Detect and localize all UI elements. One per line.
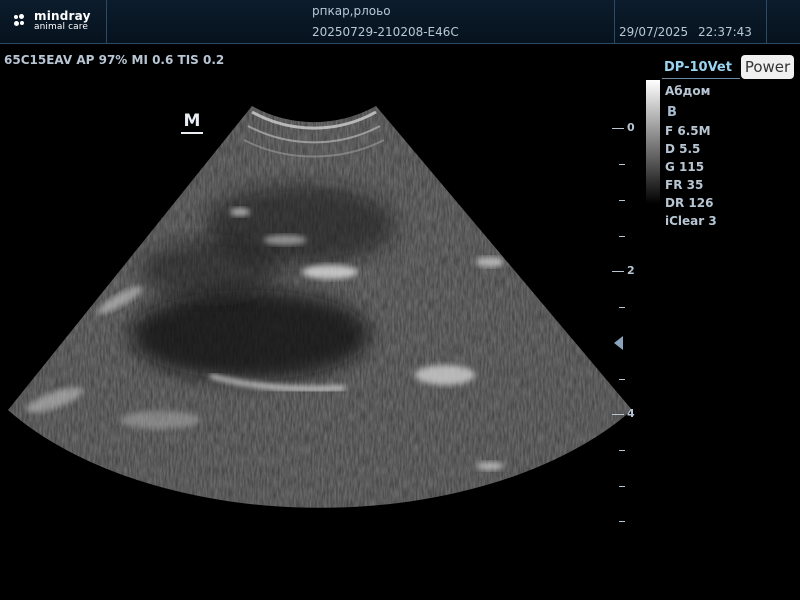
ultrasound-screen: mindray animal care рпкар,рлоьо 20250729… (0, 0, 800, 600)
datetime-cell: 29/07/2025 22:37:43 (614, 0, 767, 43)
param-depth: D 5.5 (665, 142, 701, 156)
depth-tick (619, 164, 625, 165)
depth-tick (619, 521, 625, 522)
header-empty-cell (766, 0, 800, 43)
depth-tick (619, 379, 625, 380)
probe-preset[interactable]: DP-10Vet (664, 60, 732, 75)
depth-tick (619, 200, 625, 201)
orientation-marker: M (181, 111, 203, 135)
exam-type: Абдом (665, 84, 711, 98)
param-iclear: iClear 3 (665, 214, 717, 228)
ultrasound-image[interactable] (0, 80, 640, 540)
grayscale-bar (646, 80, 660, 204)
depth-tick (612, 414, 624, 415)
brand-subtitle: animal care (34, 22, 88, 32)
depth-tick (612, 271, 624, 272)
mindray-logo-icon: mindray animal care (14, 8, 104, 36)
preset-underline (662, 78, 740, 79)
param-gain: G 115 (665, 160, 705, 174)
patient-name: рпкар,рлоьо (312, 4, 391, 18)
param-frame-rate: FR 35 (665, 178, 704, 192)
brand-name: mindray (34, 9, 91, 23)
header-bar: mindray animal care рпкар,рлоьо 20250729… (0, 0, 800, 44)
imaging-mode: B (667, 105, 677, 120)
depth-label-0: 0 (627, 121, 635, 134)
depth-tick (612, 128, 624, 129)
param-frequency: F 6.5M (665, 124, 711, 138)
depth-tick (619, 307, 625, 308)
depth-label-4: 4 (627, 407, 635, 420)
param-dynamic-range: DR 126 (665, 196, 714, 210)
focus-marker-icon[interactable] (614, 336, 623, 350)
exam-time: 22:37:43 (698, 25, 752, 39)
depth-tick (619, 236, 625, 237)
exam-date: 29/07/2025 (619, 25, 689, 39)
power-button[interactable]: Power (741, 55, 794, 79)
patient-info-cell[interactable]: рпкар,рлоьо 20250729-210208-E46C (106, 0, 615, 43)
probe-parameters: 65C15EAV AP 97% MI 0.6 TIS 0.2 (4, 53, 225, 67)
exam-id: 20250729-210208-E46C (312, 25, 459, 39)
logo-cell: mindray animal care (0, 0, 107, 43)
depth-tick (619, 486, 625, 487)
depth-tick (619, 450, 625, 451)
depth-label-2: 2 (627, 264, 635, 277)
